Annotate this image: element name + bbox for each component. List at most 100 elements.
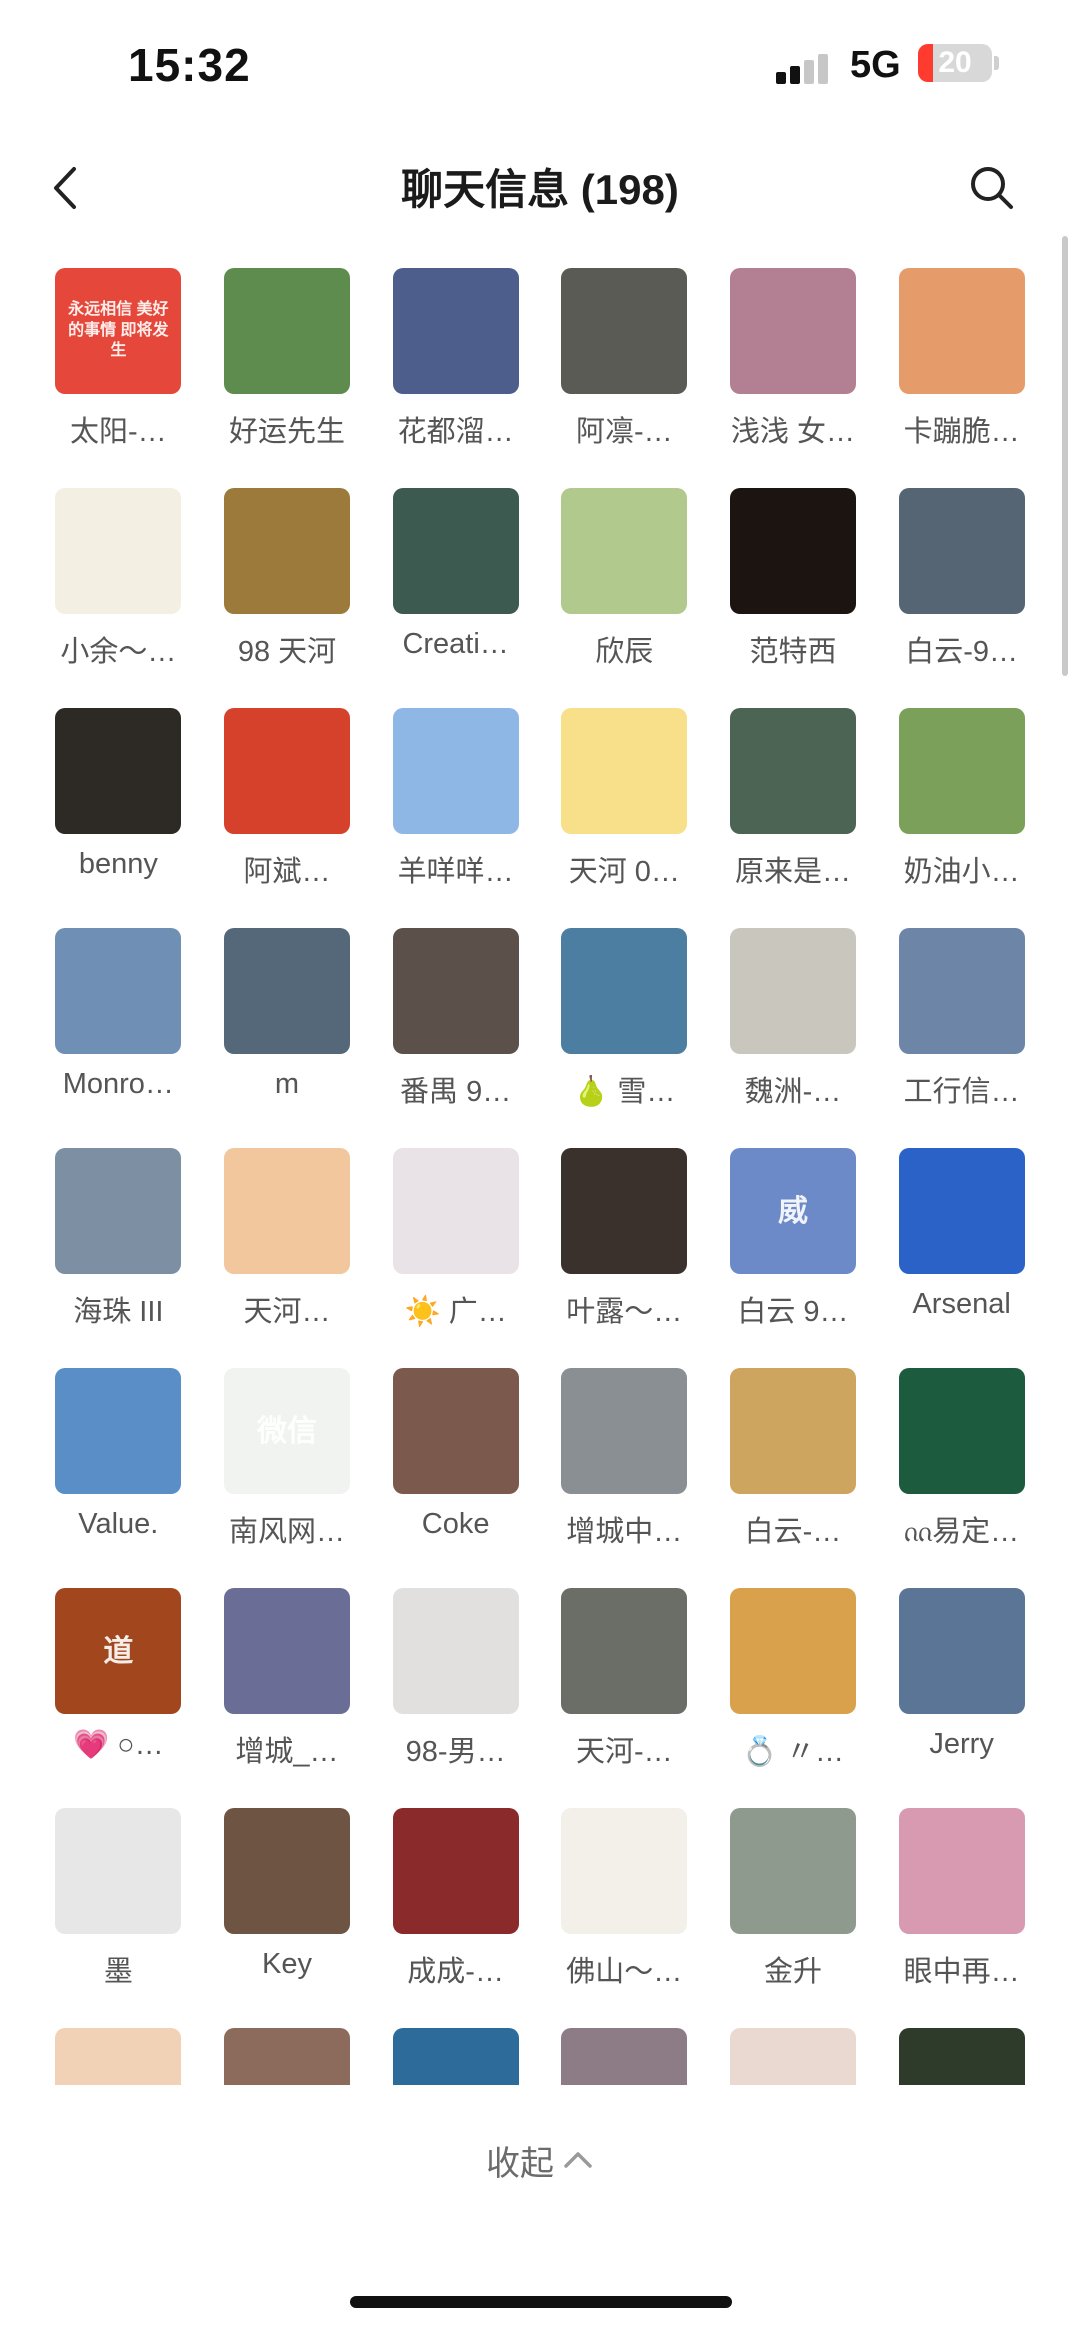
member-item[interactable]: 阿凛-… xyxy=(540,268,709,458)
avatar xyxy=(561,1808,688,1934)
member-item[interactable]: Creati… xyxy=(371,488,540,678)
member-item[interactable]: 天河 0… xyxy=(540,708,709,898)
member-name: 眼中再… xyxy=(903,1956,1020,1988)
member-name: 增城_… xyxy=(235,1736,339,1768)
avatar xyxy=(898,1808,1025,1934)
member-item[interactable]: 💍 〃… xyxy=(709,1588,878,1778)
avatar xyxy=(561,708,688,834)
avatar xyxy=(55,488,182,614)
member-item[interactable]: 好运先生 xyxy=(203,268,372,458)
member-item[interactable]: 番禺 9… xyxy=(371,928,540,1118)
member-name: Jerry xyxy=(929,1728,994,1760)
member-item[interactable]: 白云-9… xyxy=(877,488,1046,678)
member-item[interactable]: 佛山～… xyxy=(540,1808,709,1998)
member-item[interactable]: benny xyxy=(34,708,203,898)
avatar xyxy=(55,708,182,834)
member-item[interactable]: Jerry xyxy=(877,1588,1046,1778)
member-name: ☀️ 广… xyxy=(404,1296,507,1328)
member-item[interactable]: Arsenal xyxy=(877,1148,1046,1338)
member-item[interactable] xyxy=(877,2028,1046,2085)
back-button[interactable] xyxy=(30,148,100,228)
avatar xyxy=(729,1588,856,1714)
member-item[interactable]: Monro… xyxy=(34,928,203,1118)
avatar xyxy=(223,1808,350,1934)
avatar xyxy=(729,1808,856,1934)
member-item[interactable]: 羊咩咩… xyxy=(371,708,540,898)
member-item[interactable]: 威白云 9… xyxy=(709,1148,878,1338)
member-item[interactable]: 成成-… xyxy=(371,1808,540,1998)
avatar xyxy=(561,1148,688,1274)
member-item[interactable]: 微信 南风网… xyxy=(203,1368,372,1558)
member-item[interactable]: 奶油小… xyxy=(877,708,1046,898)
member-item[interactable]: 欣辰 xyxy=(540,488,709,678)
member-item[interactable]: 98 天河 xyxy=(203,488,372,678)
member-item[interactable]: 海珠 III xyxy=(34,1148,203,1338)
member-item[interactable]: 小余～… xyxy=(34,488,203,678)
member-name: 98 天河 xyxy=(237,636,337,668)
member-item[interactable]: 阿斌… xyxy=(203,708,372,898)
member-item[interactable]: Key xyxy=(203,1808,372,1998)
member-item[interactable] xyxy=(34,2028,203,2085)
scrollbar[interactable] xyxy=(1062,236,1068,676)
avatar xyxy=(898,1588,1025,1714)
member-item[interactable] xyxy=(709,2028,878,2085)
avatar xyxy=(729,2028,856,2085)
member-name: 佛山～… xyxy=(566,1956,683,1988)
member-item[interactable]: 墨 xyxy=(34,1808,203,1998)
member-item[interactable]: 魏洲-… xyxy=(709,928,878,1118)
network-type: 5G xyxy=(850,44,901,86)
member-item[interactable] xyxy=(371,2028,540,2085)
battery-icon: 20 xyxy=(918,44,992,82)
avatar-text: 永远相信 美好的事情 即将发生 xyxy=(68,300,169,360)
member-name: 白云-9… xyxy=(905,636,1018,668)
member-name: 好运先生 xyxy=(228,416,345,448)
member-item[interactable]: 工行信… xyxy=(877,928,1046,1118)
member-item[interactable]: 增城_… xyxy=(203,1588,372,1778)
member-item[interactable]: 卡蹦脆… xyxy=(877,268,1046,458)
member-item[interactable]: 浅浅 女… xyxy=(709,268,878,458)
avatar-text: 威 xyxy=(777,1194,808,1228)
avatar xyxy=(55,1808,182,1934)
member-item[interactable]: 增城中… xyxy=(540,1368,709,1558)
member-item[interactable]: 金升 xyxy=(709,1808,878,1998)
member-item[interactable]: 永远相信 美好的事情 即将发生 太阳-… xyxy=(34,268,203,458)
member-item[interactable]: ☀️ 广… xyxy=(371,1148,540,1338)
member-item[interactable]: 白云-… xyxy=(709,1368,878,1558)
member-item[interactable]: 叶露～… xyxy=(540,1148,709,1338)
member-item[interactable] xyxy=(203,2028,372,2085)
member-item[interactable]: 范特西 xyxy=(709,488,878,678)
avatar xyxy=(561,2028,688,2085)
member-item[interactable]: 眼中再… xyxy=(877,1808,1046,1998)
avatar xyxy=(898,708,1025,834)
avatar xyxy=(561,488,688,614)
member-name: 增城中… xyxy=(566,1516,683,1548)
chat-info-screen: 15:32 5G 20 聊天信息 (198) 永远相信 美好的事情 即将发生 太… xyxy=(0,0,1080,2337)
member-item[interactable]: ᦶ易定… xyxy=(877,1368,1046,1558)
member-item[interactable]: 道 💗 ○… xyxy=(34,1588,203,1778)
home-indicator xyxy=(350,2296,732,2308)
member-item[interactable]: 天河… xyxy=(203,1148,372,1338)
status-time: 15:32 xyxy=(128,39,251,91)
avatar xyxy=(223,708,350,834)
member-item[interactable]: 🍐 雪… xyxy=(540,928,709,1118)
avatar xyxy=(392,708,519,834)
member-name: 98-男… xyxy=(405,1736,506,1768)
member-item[interactable]: 98-男… xyxy=(371,1588,540,1778)
member-item[interactable]: m xyxy=(203,928,372,1118)
member-item[interactable]: Coke xyxy=(371,1368,540,1558)
member-name: 浅浅 女… xyxy=(730,416,855,448)
member-name: 番禺 9… xyxy=(400,1076,512,1108)
member-item[interactable]: 天河-… xyxy=(540,1588,709,1778)
avatar xyxy=(729,1368,856,1494)
avatar xyxy=(223,268,350,394)
member-name: 原来是… xyxy=(734,856,851,888)
member-item[interactable]: 花都溜… xyxy=(371,268,540,458)
member-item[interactable]: Value. xyxy=(34,1368,203,1558)
search-button[interactable] xyxy=(952,148,1032,228)
signal-icon xyxy=(776,54,828,84)
chevron-up-icon xyxy=(564,2152,592,2168)
collapse-button[interactable]: 收起 xyxy=(440,2130,640,2190)
member-name: ᦶ易定… xyxy=(904,1516,1020,1548)
member-item[interactable]: 原来是… xyxy=(709,708,878,898)
member-item[interactable] xyxy=(540,2028,709,2085)
